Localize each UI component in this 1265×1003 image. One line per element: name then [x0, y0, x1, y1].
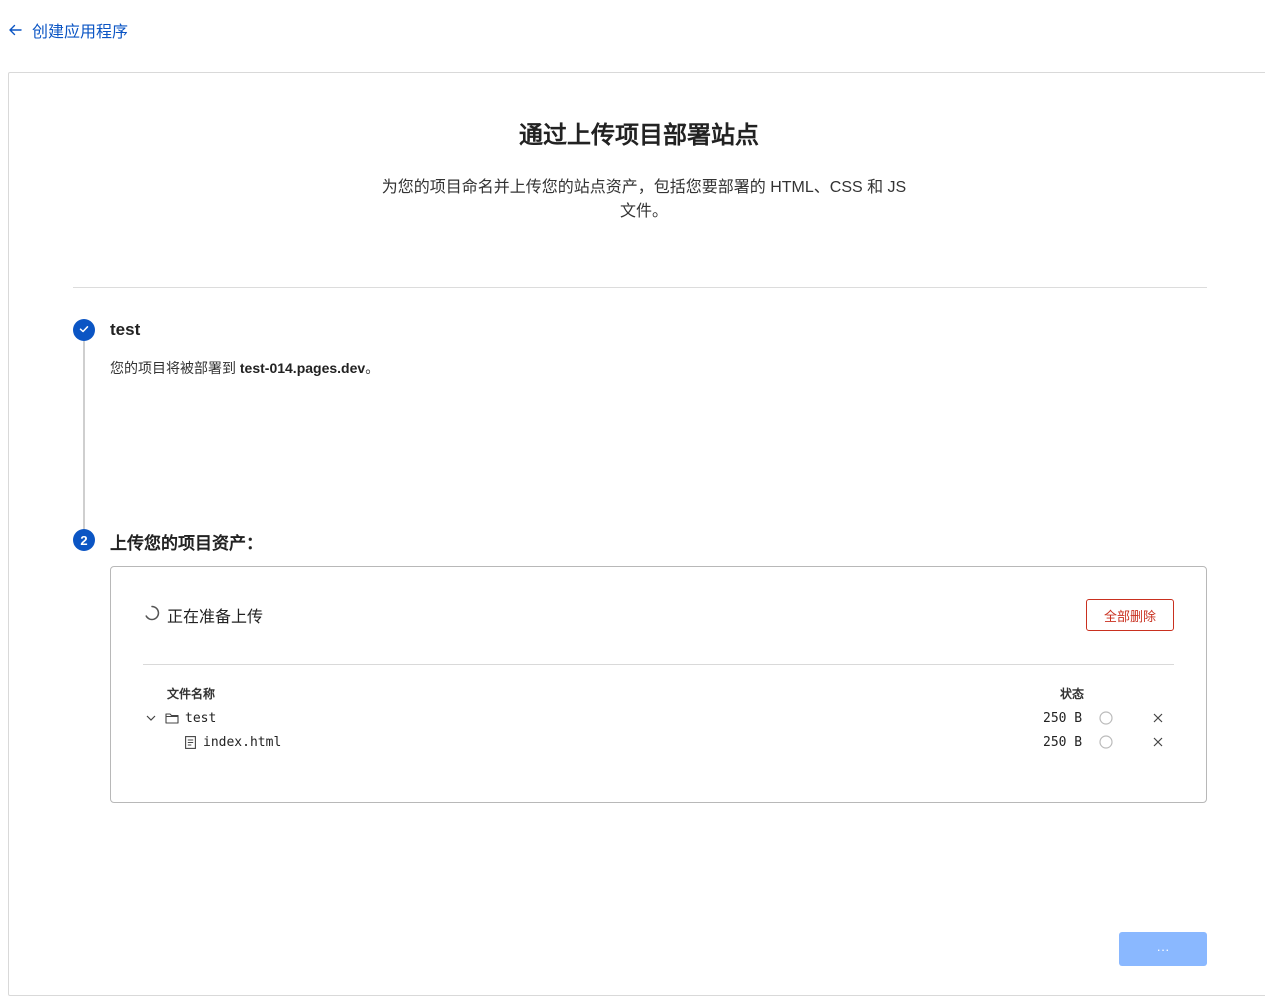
file-name: index.html	[203, 734, 282, 750]
divider	[73, 287, 1207, 288]
step2-number-indicator: 2	[73, 529, 95, 551]
folder-name: test	[185, 710, 217, 726]
file-size: 250 B	[1043, 710, 1083, 726]
step2-title: 上传您的项目资产：	[110, 534, 263, 553]
step-connector-line	[83, 341, 85, 531]
project-domain: test-014.pages.dev	[239, 360, 366, 376]
upload-status: 正在准备上传	[143, 603, 263, 627]
delete-all-button[interactable]: 全部删除	[1086, 599, 1174, 631]
arrow-left-icon	[8, 23, 22, 37]
step1-desc-suffix: 。	[365, 360, 380, 376]
file-icon	[185, 732, 196, 752]
spinner-icon	[143, 604, 161, 627]
upload-panel: 正在准备上传 全部删除 文件名称 状态 test 250 B index.htm…	[110, 566, 1207, 803]
page-title: 通过上传项目部署站点	[519, 122, 759, 149]
column-header-status: 状态	[1060, 687, 1085, 701]
pending-status-icon	[1099, 708, 1113, 728]
deploy-card: 通过上传项目部署站点 为您的项目命名并上传您的站点资产，包括您要部署的 HTML…	[8, 72, 1265, 996]
step1-description: 您的项目将被部署到 test-014.pages.dev。	[110, 358, 379, 378]
back-link[interactable]: 创建应用程序	[8, 18, 128, 42]
back-link-label: 创建应用程序	[32, 24, 129, 41]
step1-project-name: test	[110, 320, 141, 339]
table-row: index.html 250 B	[143, 732, 1174, 752]
upload-status-text: 正在准备上传	[167, 609, 264, 626]
table-row: test 250 B	[143, 708, 1174, 728]
step1-complete-indicator	[73, 319, 95, 341]
file-size: 250 B	[1043, 734, 1083, 750]
pending-status-icon	[1099, 732, 1113, 752]
step1-desc-prefix: 您的项目将被部署到	[110, 360, 240, 376]
panel-divider	[143, 664, 1174, 665]
column-header-file-name: 文件名称	[167, 687, 216, 701]
chevron-down-icon[interactable]	[145, 708, 157, 728]
deploy-button-disabled[interactable]: ···	[1119, 932, 1207, 966]
close-icon[interactable]	[1152, 732, 1164, 752]
close-icon[interactable]	[1152, 708, 1164, 728]
check-icon	[78, 323, 90, 338]
folder-icon	[165, 708, 179, 728]
page-description: 为您的项目命名并上传您的站点资产，包括您要部署的 HTML、CSS 和 JS 文…	[381, 179, 907, 220]
